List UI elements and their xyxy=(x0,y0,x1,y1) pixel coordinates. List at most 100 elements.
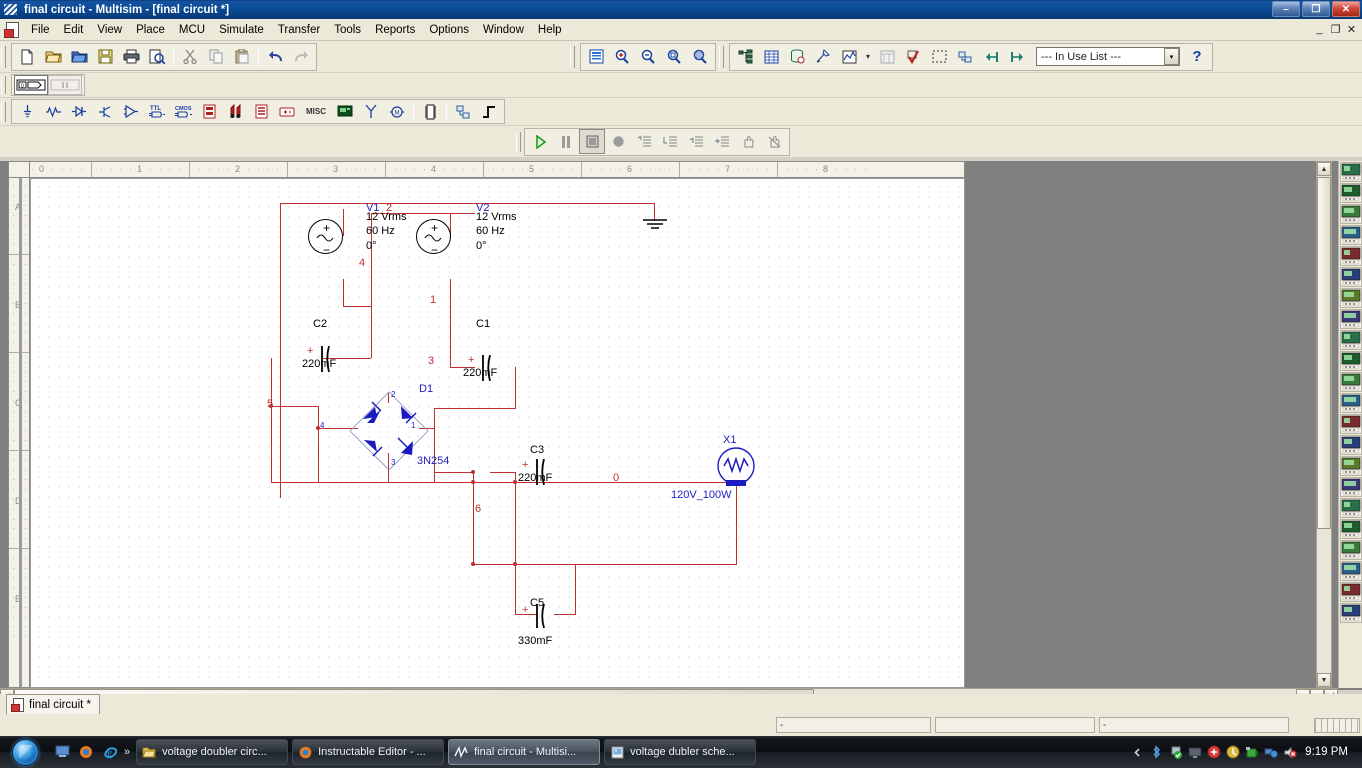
zoom-fit-button[interactable] xyxy=(687,44,713,69)
pause-at-next-button[interactable] xyxy=(735,129,761,154)
document-tab-final-circuit[interactable]: final circuit * xyxy=(6,694,100,715)
help-button[interactable]: ? xyxy=(1184,44,1210,69)
close-button[interactable]: ✕ xyxy=(1332,1,1360,17)
taskbar-clock[interactable]: 9:19 PM xyxy=(1305,736,1348,768)
design-toolbox-button[interactable] xyxy=(732,44,758,69)
place-source-button[interactable] xyxy=(14,99,40,124)
in-use-list-dropdown-arrow[interactable]: ▾ xyxy=(1164,48,1179,65)
scroll-up-button[interactable]: ▲ xyxy=(1317,162,1331,176)
network-icon[interactable] xyxy=(1262,743,1279,761)
menu-item-view[interactable]: View xyxy=(90,21,129,39)
place-advanced-peripherals-button[interactable] xyxy=(332,99,358,124)
grapher-dropdown-button[interactable]: ▾ xyxy=(862,44,874,69)
tray-expand-icon[interactable] xyxy=(1129,743,1146,761)
safely-remove-hardware-icon[interactable] xyxy=(1167,743,1184,761)
toolbar-grip[interactable] xyxy=(719,45,724,68)
taskbar-item-voltage-doubler-circ[interactable]: voltage doubler circ... xyxy=(136,739,289,765)
copy-button[interactable] xyxy=(203,44,229,69)
place-misc-digital-button[interactable] xyxy=(196,99,222,124)
quick-launch-chevron[interactable]: » xyxy=(124,746,130,758)
spreadsheet-view-button[interactable] xyxy=(758,44,784,69)
menu-item-simulate[interactable]: Simulate xyxy=(212,21,271,39)
toolbar-grip[interactable] xyxy=(570,45,575,68)
step-out-button[interactable] xyxy=(683,129,709,154)
display-icon[interactable] xyxy=(1186,743,1203,761)
toggle-breakpoint-button[interactable] xyxy=(761,129,787,154)
open-design-button[interactable] xyxy=(66,44,92,69)
battery-icon[interactable] xyxy=(1243,743,1260,761)
network-analyzer-instrument[interactable] xyxy=(1340,435,1362,455)
place-diode-button[interactable] xyxy=(66,99,92,124)
firefox-icon[interactable] xyxy=(76,741,96,763)
resize-grip[interactable] xyxy=(1314,717,1360,733)
mdi-restore-button[interactable]: ❐ xyxy=(1328,22,1343,36)
forward-annotate-button[interactable] xyxy=(1004,44,1030,69)
spectrum-analyzer-instrument[interactable] xyxy=(1340,414,1362,434)
place-indicator-button[interactable] xyxy=(248,99,274,124)
dynamic-probe-icon[interactable] xyxy=(1340,603,1362,623)
toolbar-grip[interactable] xyxy=(1,45,6,68)
place-rf-button[interactable] xyxy=(358,99,384,124)
place-mcu-button[interactable] xyxy=(417,99,443,124)
place-hierarchical-block-button[interactable] xyxy=(450,99,476,124)
run-to-cursor-button[interactable] xyxy=(709,129,735,154)
place-transistor-button[interactable] xyxy=(92,99,118,124)
save-button[interactable] xyxy=(92,44,118,69)
internet-explorer-icon[interactable]: e xyxy=(100,741,120,763)
step-into-button[interactable] xyxy=(631,129,657,154)
antivirus-icon[interactable] xyxy=(1205,743,1222,761)
iv-analyzer-instrument[interactable] xyxy=(1340,372,1362,392)
electrical-rules-check-button[interactable] xyxy=(900,44,926,69)
four-channel-oscilloscope-instrument[interactable] xyxy=(1340,246,1362,266)
menu-item-mcu[interactable]: MCU xyxy=(172,21,212,39)
ground-symbol[interactable] xyxy=(642,218,668,232)
place-power-button[interactable] xyxy=(274,99,300,124)
scroll-down-button[interactable]: ▼ xyxy=(1317,673,1331,687)
redo-button[interactable] xyxy=(288,44,314,69)
menu-item-place[interactable]: Place xyxy=(129,21,172,39)
menu-item-options[interactable]: Options xyxy=(422,21,476,39)
function-generator-instrument[interactable] xyxy=(1340,183,1362,203)
area-capture-button[interactable] xyxy=(926,44,952,69)
current-clamp-instrument[interactable] xyxy=(1340,540,1362,560)
undo-button[interactable] xyxy=(262,44,288,69)
run-simulation-button[interactable] xyxy=(527,129,553,154)
menu-item-window[interactable]: Window xyxy=(476,21,531,39)
canvas-vertical-scrollbar[interactable]: ▲ ▼ xyxy=(1316,161,1332,688)
place-mixed-button[interactable] xyxy=(222,99,248,124)
logic-converter-instrument[interactable] xyxy=(1340,330,1362,350)
step-over-button[interactable] xyxy=(657,129,683,154)
cut-button[interactable] xyxy=(177,44,203,69)
place-electromechanical-button[interactable]: M xyxy=(384,99,410,124)
mdi-close-button[interactable]: ✕ xyxy=(1344,22,1359,36)
component-wizard-button[interactable] xyxy=(810,44,836,69)
wattmeter-instrument[interactable] xyxy=(1340,204,1362,224)
agilent-oscilloscope-instrument[interactable] xyxy=(1340,498,1362,518)
schematic-canvas[interactable]: + − V1 12 Vrms 60 Hz 0° + − V2 12 Vrms 6… xyxy=(30,178,965,688)
oscilloscope-instrument[interactable] xyxy=(1340,225,1362,245)
volume-icon[interactable] xyxy=(1281,743,1298,761)
menu-item-help[interactable]: Help xyxy=(531,21,569,39)
zoom-in-button[interactable] xyxy=(609,44,635,69)
place-cmos-button[interactable]: CMOS xyxy=(170,99,196,124)
show-desktop-icon[interactable] xyxy=(52,741,72,763)
maximize-button[interactable]: ❐ xyxy=(1302,1,1330,17)
toolbar-grip[interactable] xyxy=(1,76,6,94)
back-annotate-button[interactable] xyxy=(952,44,978,69)
place-analog-button[interactable] xyxy=(118,99,144,124)
menu-item-transfer[interactable]: Transfer xyxy=(271,21,327,39)
open-file-button[interactable] xyxy=(40,44,66,69)
place-bus-button[interactable] xyxy=(476,99,502,124)
distortion-analyzer-instrument[interactable] xyxy=(1340,393,1362,413)
tektronix-oscilloscope-instrument[interactable] xyxy=(1340,519,1362,539)
taskbar-item-instructable-editor[interactable]: Instructable Editor - ... xyxy=(292,739,445,765)
agilent-function-generator-instrument[interactable] xyxy=(1340,456,1362,476)
logic-analyzer-instrument[interactable] xyxy=(1340,351,1362,371)
menu-item-edit[interactable]: Edit xyxy=(57,21,91,39)
mdi-minimize-button[interactable]: _ xyxy=(1312,22,1327,36)
minimize-button[interactable]: – xyxy=(1272,1,1300,17)
bode-plotter-instrument[interactable] xyxy=(1340,267,1362,287)
paste-button[interactable] xyxy=(229,44,255,69)
agilent-multimeter-instrument[interactable] xyxy=(1340,477,1362,497)
print-preview-button[interactable] xyxy=(144,44,170,69)
